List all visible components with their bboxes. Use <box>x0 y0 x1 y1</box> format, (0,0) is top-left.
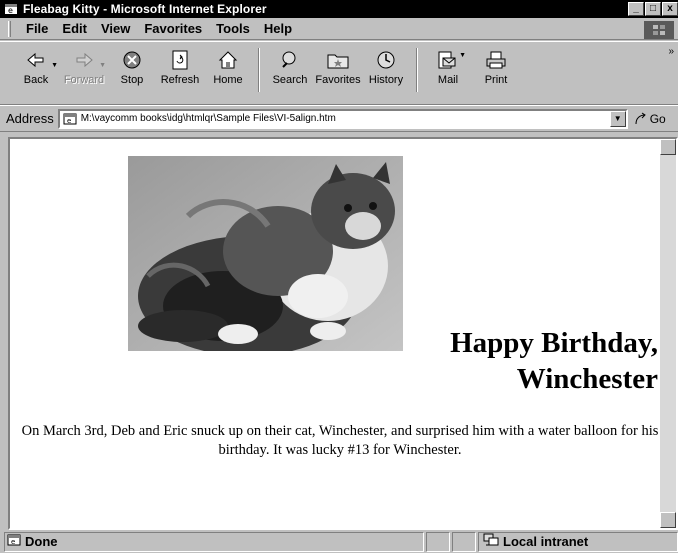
go-button[interactable]: Go <box>634 112 666 126</box>
printer-icon <box>485 48 507 72</box>
standard-toolbar: Back ▼ Forward ▼ Stop Refresh Home Searc… <box>0 41 678 105</box>
toolbar-separator <box>416 48 418 92</box>
address-dropdown-icon[interactable]: ▼ <box>609 110 626 127</box>
toolbar-separator <box>258 48 260 92</box>
forward-dropdown-icon[interactable]: ▼ <box>99 62 106 69</box>
svg-text:e: e <box>8 6 13 15</box>
maximize-button[interactable]: □ <box>645 2 661 16</box>
stop-button[interactable]: Stop <box>108 48 156 86</box>
scroll-down-button[interactable] <box>660 512 676 528</box>
menu-bar: File Edit View Favorites Tools Help <box>0 18 678 40</box>
window-title: Fleabag Kitty - Microsoft Internet Explo… <box>23 2 267 16</box>
mail-icon <box>437 48 459 72</box>
history-icon <box>376 48 396 72</box>
home-button[interactable]: Home <box>204 48 252 86</box>
menu-tools[interactable]: Tools <box>209 21 257 36</box>
minimize-button[interactable]: _ <box>628 2 644 16</box>
status-text: Done <box>25 534 58 549</box>
menubar-grip[interactable] <box>8 20 11 37</box>
back-button[interactable]: Back ▼ <box>12 48 60 86</box>
menu-favorites[interactable]: Favorites <box>137 21 209 36</box>
refresh-label: Refresh <box>160 74 200 86</box>
status-pane <box>426 531 450 552</box>
heading-line-2: Winchester <box>516 363 658 395</box>
page-icon: e <box>62 112 78 126</box>
page-done-icon: e <box>7 534 21 549</box>
toolbar-overflow-icon[interactable]: » <box>668 46 674 57</box>
refresh-icon <box>171 48 189 72</box>
mail-button[interactable]: Mail ▼ <box>424 48 472 86</box>
home-icon <box>218 48 238 72</box>
security-zone-pane: Local intranet <box>478 531 678 552</box>
heading-line-1: Happy Birthday, <box>450 327 658 359</box>
search-label: Search <box>272 74 308 86</box>
browser-window: e Fleabag Kitty - Microsoft Internet Exp… <box>0 0 678 553</box>
favorites-label: Favorites <box>315 74 361 86</box>
svg-text:e: e <box>11 538 15 546</box>
security-zone-text: Local intranet <box>503 534 589 549</box>
vertical-scrollbar[interactable] <box>660 139 676 528</box>
print-button[interactable]: Print <box>472 48 520 86</box>
search-button[interactable]: Search <box>266 48 314 86</box>
back-arrow-icon <box>26 48 46 72</box>
refresh-button[interactable]: Refresh <box>156 48 204 86</box>
windows-logo-icon <box>644 21 674 39</box>
go-arrow-icon <box>635 112 646 124</box>
history-button[interactable]: History <box>362 48 410 86</box>
print-label: Print <box>484 74 508 86</box>
svg-text:e: e <box>67 117 71 125</box>
history-label: History <box>368 74 404 86</box>
forward-arrow-icon <box>74 48 94 72</box>
close-button[interactable]: x <box>662 2 678 16</box>
page-heading: Happy Birthday, Winchester <box>338 325 658 397</box>
address-url[interactable]: M:\vaycomm books\idg\htmlqr\Sample Files… <box>81 113 336 124</box>
search-icon <box>280 48 300 72</box>
menu-view[interactable]: View <box>94 21 137 36</box>
status-bar: e Done Local intranet <box>0 530 678 553</box>
menu-help[interactable]: Help <box>257 21 299 36</box>
forward-label: Forward <box>63 74 105 86</box>
menu-file[interactable]: File <box>19 21 55 36</box>
local-intranet-icon <box>483 533 499 550</box>
address-label: Address <box>6 111 54 126</box>
forward-button[interactable]: Forward ▼ <box>60 48 108 86</box>
stop-icon <box>122 48 142 72</box>
home-label: Home <box>213 74 243 86</box>
page-viewport[interactable]: Happy Birthday, Winchester On March 3rd,… <box>8 137 678 530</box>
go-label: Go <box>649 111 666 126</box>
scroll-up-button[interactable] <box>660 139 676 155</box>
menu-edit[interactable]: Edit <box>55 21 94 36</box>
status-main-pane: e Done <box>4 531 424 552</box>
back-label: Back <box>23 74 49 86</box>
page-content: Happy Birthday, Winchester On March 3rd,… <box>10 139 662 528</box>
address-bar: Address e M:\vaycomm books\idg\htmlqr\Sa… <box>0 105 678 132</box>
mail-label: Mail <box>437 74 459 86</box>
stop-label: Stop <box>120 74 144 86</box>
title-bar[interactable]: e Fleabag Kitty - Microsoft Internet Exp… <box>0 0 678 18</box>
favorites-button[interactable]: Favorites <box>314 48 362 86</box>
status-pane <box>452 531 476 552</box>
address-field[interactable]: e M:\vaycomm books\idg\htmlqr\Sample Fil… <box>57 108 628 129</box>
internet-explorer-icon[interactable]: e <box>3 2 19 16</box>
favorites-folder-icon <box>327 48 349 72</box>
mail-dropdown-icon[interactable]: ▼ <box>459 52 466 59</box>
back-dropdown-icon[interactable]: ▼ <box>51 62 58 69</box>
window-controls: _ □ x <box>627 2 678 16</box>
page-paragraph: On March 3rd, Deb and Eric snuck up on t… <box>21 423 659 458</box>
cat-photo <box>128 156 403 351</box>
